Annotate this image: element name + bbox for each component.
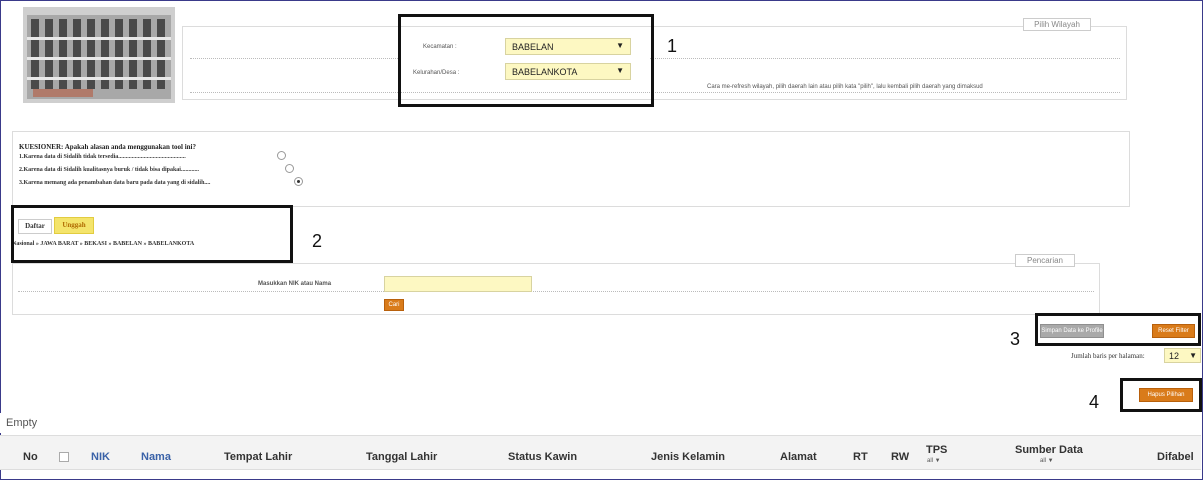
column-jenis-kelamin[interactable]: Jenis Kelamin bbox=[651, 451, 725, 463]
annotation-box-4 bbox=[1120, 378, 1202, 412]
column-difabel[interactable]: Difabel bbox=[1157, 451, 1194, 463]
building-icon bbox=[23, 7, 175, 103]
tps-filter[interactable]: all ▼ bbox=[927, 458, 941, 464]
column-nik[interactable]: NIK bbox=[91, 451, 110, 463]
annotation-number-3: 3 bbox=[1010, 329, 1021, 349]
annotation-box-1 bbox=[398, 14, 654, 107]
annotation-number-4: 4 bbox=[1089, 392, 1100, 412]
annotation-number-2: 2 bbox=[312, 231, 323, 251]
questionnaire-option-1: 1.Karena data di Sidalih tidak tersedia.… bbox=[19, 154, 186, 160]
questionnaire-radio-1[interactable] bbox=[277, 151, 286, 160]
column-no[interactable]: No bbox=[23, 451, 38, 463]
questionnaire-option-2: 2.Karena data di Sidalih kualitasnya bur… bbox=[19, 167, 199, 173]
search-label: Masukkan NIK atau Nama bbox=[258, 281, 332, 287]
search-panel bbox=[12, 263, 1100, 315]
region-hint: Cara me-refresh wilayah, pilih daerah la… bbox=[707, 84, 983, 90]
column-status-kawin[interactable]: Status Kawin bbox=[508, 451, 577, 463]
region-panel bbox=[182, 26, 1127, 100]
questionnaire-radio-3[interactable] bbox=[294, 177, 303, 186]
search-button[interactable]: Cari bbox=[384, 299, 404, 311]
questionnaire-title: KUESIONER: Apakah alasan anda menggunaka… bbox=[19, 143, 196, 151]
questionnaire-option-3: 3.Karena memang ada penambahan data baru… bbox=[19, 180, 211, 186]
column-rt[interactable]: RT bbox=[853, 451, 868, 463]
annotation-box-3 bbox=[1035, 313, 1201, 346]
header-building-image bbox=[23, 7, 175, 103]
column-tanggal-lahir[interactable]: Tanggal Lahir bbox=[366, 451, 437, 463]
column-rw[interactable]: RW bbox=[891, 451, 909, 463]
table-empty-text: Empty bbox=[6, 417, 38, 429]
questionnaire-radio-2[interactable] bbox=[285, 164, 294, 173]
search-input[interactable] bbox=[384, 276, 532, 292]
search-legend: Pencarian bbox=[1015, 254, 1075, 267]
annotation-number-1: 1 bbox=[667, 36, 678, 56]
column-alamat[interactable]: Alamat bbox=[780, 451, 817, 463]
table-empty-row: Empty bbox=[0, 413, 1201, 433]
column-tps[interactable]: TPS bbox=[926, 444, 947, 456]
rows-per-page-value: 12 bbox=[1169, 351, 1180, 361]
rows-per-page-label: Jumlah baris per halaman: bbox=[1071, 352, 1145, 360]
chevron-down-icon: ▼ bbox=[1189, 351, 1197, 360]
sumber-data-filter[interactable]: all ▼ bbox=[1040, 458, 1054, 464]
column-sumber-data[interactable]: Sumber Data bbox=[1015, 444, 1083, 456]
pick-region-button[interactable]: Pilih Wilayah bbox=[1023, 18, 1091, 31]
column-tempat-lahir[interactable]: Tempat Lahir bbox=[224, 451, 292, 463]
annotation-box-2 bbox=[11, 205, 293, 263]
column-nama[interactable]: Nama bbox=[141, 451, 171, 463]
rows-per-page-select[interactable]: 12 ▼ bbox=[1164, 348, 1201, 363]
select-all-checkbox[interactable] bbox=[59, 452, 69, 462]
